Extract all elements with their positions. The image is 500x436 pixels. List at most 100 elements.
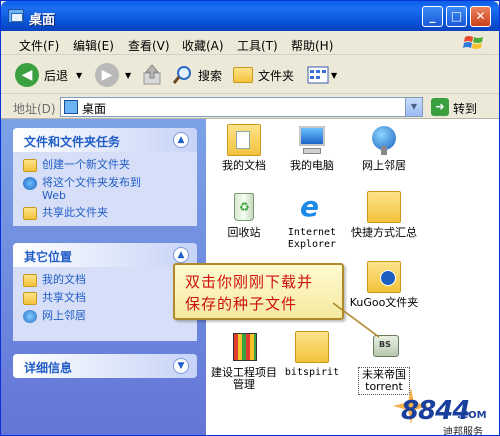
watermark-logo: 8844 .COM 迪邦服务 xyxy=(391,386,499,436)
menu-view[interactable]: 查看(V) xyxy=(128,37,170,54)
back-button[interactable]: ◀ 后退 ▼ xyxy=(15,62,82,88)
menu-favorites[interactable]: 收藏(A) xyxy=(182,37,224,54)
panel-title: 其它位置 xyxy=(24,250,73,264)
menu-bar: 文件(F) 编辑(E) 查看(V) 收藏(A) 工具(T) 帮助(H) xyxy=(1,31,499,55)
forward-button[interactable]: ▶ ▼ xyxy=(95,62,131,88)
back-arrow-icon: ◀ xyxy=(15,63,39,87)
callout-line-2: 保存的种子文件 xyxy=(185,295,298,313)
desktop-item-recycle-bin[interactable]: ♻ 回收站 xyxy=(209,191,279,239)
forward-arrow-icon: ▶ xyxy=(95,63,119,87)
folders-button[interactable]: 文件夹 xyxy=(233,62,294,88)
up-folder-icon xyxy=(143,64,161,85)
desktop-item-network-places[interactable]: 网上邻居 xyxy=(349,124,419,172)
icon-label: 建设工程项目管理 xyxy=(211,366,277,391)
address-bar: 地址(D) 桌面 ▼ ➜ 转到 xyxy=(1,95,499,119)
address-input[interactable]: 桌面 ▼ xyxy=(60,97,423,117)
task-label: 创建一个新文件夹 xyxy=(42,158,130,171)
views-button[interactable]: ▼ xyxy=(307,62,337,88)
file-folder-tasks-header[interactable]: 文件和文件夹任务 ▲ xyxy=(13,128,197,152)
folders-icon xyxy=(233,67,253,83)
place-label: 共享文档 xyxy=(42,291,86,304)
minimize-button[interactable]: _ xyxy=(422,6,443,27)
task-new-folder[interactable]: 创建一个新文件夹 xyxy=(23,158,197,172)
my-computer-icon xyxy=(295,124,329,156)
instruction-callout: 双击你刚刚下载并 保存的种子文件 xyxy=(173,263,344,320)
desktop-item-project-management[interactable]: 建设工程项目管理 xyxy=(209,331,279,391)
place-shared-documents[interactable]: 共享文档 xyxy=(23,291,197,305)
expand-chevron-icon[interactable]: ▼ xyxy=(173,358,189,374)
folders-label: 文件夹 xyxy=(258,68,295,83)
search-button[interactable]: 搜索 xyxy=(172,62,222,88)
icon-label: bitspirit xyxy=(284,367,340,378)
folder-icon xyxy=(367,191,401,223)
collapse-chevron-icon[interactable]: ▲ xyxy=(173,247,189,263)
menu-file[interactable]: 文件(F) xyxy=(19,37,59,54)
desktop-icon xyxy=(8,9,24,23)
place-my-documents[interactable]: 我的文档 xyxy=(23,273,197,287)
watermark-domain: .COM xyxy=(457,410,487,421)
search-icon xyxy=(172,66,191,84)
watermark-name: 迪邦服务 xyxy=(443,427,483,436)
kugoo-folder-icon xyxy=(367,261,401,293)
place-label: 我的文档 xyxy=(42,273,86,286)
task-share-folder[interactable]: 共享此文件夹 xyxy=(23,206,197,220)
share-folder-icon xyxy=(23,207,37,220)
icon-label: Internet Explorer xyxy=(287,227,337,250)
address-dropdown-button[interactable]: ▼ xyxy=(405,98,422,116)
other-places-header[interactable]: 其它位置 ▲ xyxy=(13,243,197,267)
recycle-bin-icon: ♻ xyxy=(227,191,261,223)
address-label: 地址(D) xyxy=(13,102,56,116)
internet-explorer-icon: e xyxy=(300,190,319,223)
panel-title: 文件和文件夹任务 xyxy=(24,135,121,149)
menu-help[interactable]: 帮助(H) xyxy=(291,37,333,54)
new-folder-icon xyxy=(23,159,37,172)
address-value: 桌面 xyxy=(82,102,107,116)
go-arrow-icon[interactable]: ➜ xyxy=(431,98,449,116)
icon-label: 我的文档 xyxy=(222,159,266,172)
close-button[interactable]: ✕ xyxy=(470,6,491,27)
explorer-window: 桌面 _ □ ✕ 文件(F) 编辑(E) 查看(V) 收藏(A) 工具(T) 帮… xyxy=(0,0,500,436)
details-panel: 详细信息 ▼ xyxy=(13,354,197,378)
toolbar: ◀ 后退 ▼ ▶ ▼ 搜索 文件夹 ▼ xyxy=(1,56,499,94)
menu-edit[interactable]: 编辑(E) xyxy=(73,37,114,54)
icon-label: 快捷方式汇总 xyxy=(351,226,417,239)
my-documents-icon xyxy=(227,124,261,156)
callout-line-1: 双击你刚刚下载并 xyxy=(185,273,314,291)
icon-label: 我的电脑 xyxy=(290,159,334,172)
back-label: 后退 xyxy=(44,68,69,83)
collapse-chevron-icon[interactable]: ▲ xyxy=(173,132,189,148)
publish-web-icon xyxy=(23,177,37,190)
network-places-icon xyxy=(367,124,401,156)
shared-documents-icon xyxy=(23,292,37,305)
task-label: 共享此文件夹 xyxy=(42,206,108,219)
maximize-button[interactable]: □ xyxy=(446,6,467,27)
desktop-icon xyxy=(64,100,78,114)
window-title: 桌面 xyxy=(29,13,56,28)
my-documents-icon xyxy=(23,274,37,287)
panel-title: 详细信息 xyxy=(24,361,73,375)
task-label: 将这个文件夹发布到 Web xyxy=(42,176,141,202)
desktop-item-internet-explorer[interactable]: e Internet Explorer xyxy=(277,191,347,251)
place-network[interactable]: 网上邻居 xyxy=(23,309,197,323)
folder-icon xyxy=(295,331,329,363)
callout-pointer-icon xyxy=(332,302,380,338)
desktop-item-shortcuts-folder[interactable]: 快捷方式汇总 xyxy=(349,191,419,239)
title-bar[interactable]: 桌面 _ □ ✕ xyxy=(1,1,499,31)
other-places-panel: 其它位置 ▲ 我的文档 共享文档 网上邻居 xyxy=(13,243,197,341)
network-icon xyxy=(23,310,37,323)
file-folder-tasks-panel: 文件和文件夹任务 ▲ 创建一个新文件夹 将这个文件夹发布到 Web 共享此文件夹 xyxy=(13,128,197,226)
desktop-item-my-computer[interactable]: 我的电脑 xyxy=(277,124,347,172)
desktop-item-my-documents[interactable]: 我的文档 xyxy=(209,124,279,172)
views-icon xyxy=(307,66,329,84)
icon-label: 网上邻居 xyxy=(362,159,406,172)
go-button[interactable]: 转到 xyxy=(453,100,477,117)
project-chart-icon xyxy=(227,331,261,363)
windows-logo-icon xyxy=(463,36,483,49)
menu-tools[interactable]: 工具(T) xyxy=(237,37,278,54)
search-label: 搜索 xyxy=(198,68,223,83)
icon-label: 回收站 xyxy=(227,226,261,239)
details-header[interactable]: 详细信息 ▼ xyxy=(13,354,197,378)
up-folder-button[interactable] xyxy=(142,62,162,88)
task-publish-web[interactable]: 将这个文件夹发布到 Web xyxy=(23,176,197,202)
place-label: 网上邻居 xyxy=(42,309,86,322)
